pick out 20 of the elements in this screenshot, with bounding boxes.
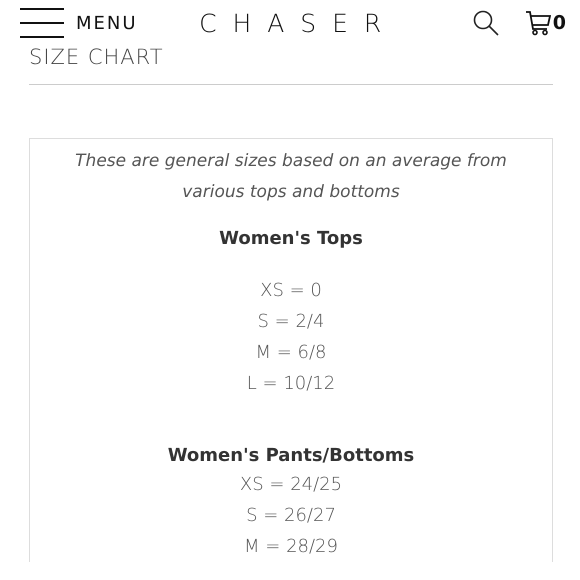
size-row: XS = 0 bbox=[260, 280, 322, 301]
logo[interactable]: C H A S E R bbox=[138, 8, 447, 38]
section-heading: Women's Tops bbox=[218, 228, 364, 249]
search-icon bbox=[472, 10, 499, 36]
cart-button[interactable]: 0 bbox=[524, 10, 566, 36]
page-title: SIZE CHART bbox=[29, 46, 165, 68]
menu-label: MENU bbox=[76, 12, 138, 34]
section-heading: Women's Pants/Bottoms bbox=[166, 445, 416, 466]
size-row: XS = 24/25 bbox=[240, 474, 342, 495]
intro-text: These are general sizes based on an average from various tops and bottoms bbox=[74, 150, 508, 204]
size-row: S = 26/27 bbox=[246, 505, 336, 526]
cart-icon bbox=[524, 10, 551, 36]
size-row: S = 2/4 bbox=[258, 311, 324, 332]
search-button[interactable] bbox=[472, 10, 499, 36]
menu-button[interactable]: MENU bbox=[20, 8, 138, 38]
size-row: M = 28/29 bbox=[244, 536, 338, 557]
cart-count: 0 bbox=[552, 12, 566, 34]
size-row: L = 10/12 bbox=[246, 373, 336, 394]
menu-icon bbox=[20, 8, 64, 38]
size-row: M = 6/8 bbox=[255, 342, 327, 363]
